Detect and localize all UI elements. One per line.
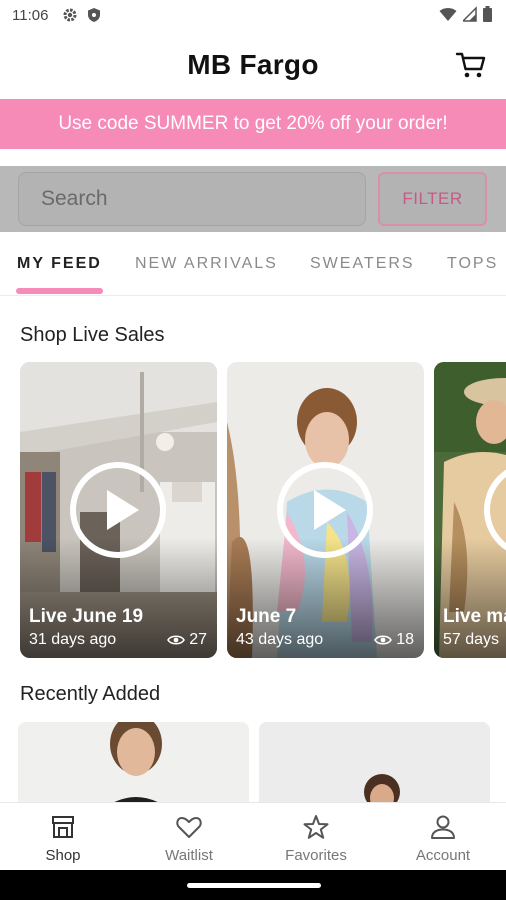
nav-label: Account [415,847,471,864]
system-gesture-bar [0,870,506,900]
live-sale-title: Live June 19 [29,606,144,627]
cart-icon [455,52,486,78]
recently-added-title: Recently Added [20,683,161,705]
product-image [18,722,249,802]
signal-icon [463,6,477,22]
promo-banner[interactable]: Use code SUMMER to get 20% off your orde… [0,99,506,149]
play-icon[interactable] [483,461,506,559]
battery-icon [483,6,492,22]
eye-icon [374,635,393,645]
nav-label: Waitlist [165,847,213,864]
home-gesture-handle[interactable] [187,883,321,888]
heart-icon [176,817,202,838]
filter-button[interactable]: FILTER [378,172,487,226]
status-bar: 11:06 [0,0,506,32]
nav-waitlist[interactable]: Waitlist [126,803,252,871]
star-icon [303,815,329,839]
live-sale-age: 57 days [443,631,500,648]
nav-account[interactable]: Account [380,803,506,871]
product-image [259,722,490,802]
status-left-icons [62,7,102,23]
nav-label: Shop [45,847,81,864]
live-sale-card[interactable]: June 7 43 days ago 18 [227,362,424,658]
wifi-icon [439,8,457,21]
account-icon [431,815,455,839]
nav-favorites[interactable]: Favorites [253,803,379,871]
search-area: Search FILTER [0,166,506,232]
live-sales-title: Shop Live Sales [20,324,165,346]
play-icon[interactable] [69,461,167,559]
settings-icon [63,8,77,22]
live-sale-title: June 7 [236,606,297,627]
tab-tops[interactable]: TOPS [447,255,498,273]
view-count-value: 27 [189,631,207,648]
play-icon[interactable] [276,461,374,559]
live-sales-carousel[interactable]: Live June 19 31 days ago 27 June 7 43 da… [20,362,506,658]
tab-sweaters[interactable]: SWEATERS [310,255,415,273]
live-sale-card[interactable]: Live ma 57 days [434,362,506,658]
status-time: 11:06 [12,7,49,24]
live-sale-age: 31 days ago [29,631,117,648]
nav-label: Favorites [285,847,347,864]
live-sale-age: 43 days ago [236,631,324,648]
live-sale-title: Live ma [443,606,506,627]
search-input[interactable]: Search [18,172,366,226]
shop-icon [52,816,74,838]
view-count: 18 [374,631,414,649]
bottom-nav: Shop Waitlist Favorites Account [0,802,506,871]
app-header: MB Fargo [0,32,506,98]
shield-icon [88,8,100,22]
nav-shop[interactable]: Shop [0,803,126,871]
store-title: MB Fargo [187,49,319,80]
recently-added-carousel[interactable] [18,722,506,802]
view-count-value: 18 [396,631,414,648]
tab-my-feed[interactable]: MY FEED [17,255,102,273]
live-sale-card[interactable]: Live June 19 31 days ago 27 [20,362,217,658]
view-count: 27 [167,631,207,649]
status-right-icons [439,6,492,22]
category-tabs: MY FEED NEW ARRIVALS SWEATERS TOPS [0,233,506,296]
cart-button[interactable] [454,48,488,82]
product-card[interactable] [259,722,490,802]
product-card[interactable] [18,722,249,802]
tab-new-arrivals[interactable]: NEW ARRIVALS [135,255,278,273]
active-tab-indicator [16,288,103,294]
eye-icon [167,635,186,645]
